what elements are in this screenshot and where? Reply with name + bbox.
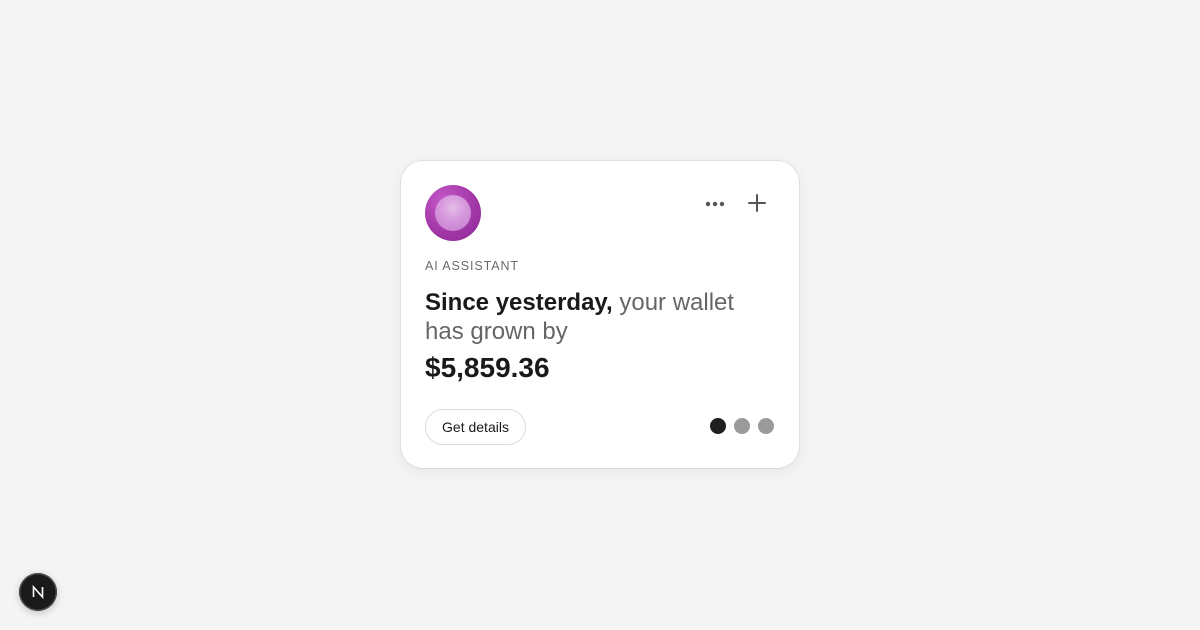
wallet-growth-amount: $5,859.36	[425, 352, 550, 383]
pagination-dots	[710, 418, 774, 434]
plus-icon	[748, 194, 766, 212]
ai-assistant-card: AI ASSISTANT Since yesterday, your walle…	[401, 161, 799, 468]
more-horizontal-icon	[705, 201, 725, 207]
add-button[interactable]	[745, 191, 769, 215]
more-options-button[interactable]	[703, 192, 727, 216]
nextjs-logo-icon	[32, 584, 44, 600]
assistant-orb-icon	[425, 185, 481, 241]
pagination-dot-1[interactable]	[710, 418, 726, 434]
headline: Since yesterday, your wallet has grown b…	[425, 288, 765, 346]
get-details-button[interactable]: Get details	[425, 409, 526, 445]
card-label: AI ASSISTANT	[425, 259, 519, 273]
pagination-dot-2[interactable]	[734, 418, 750, 434]
headline-strong: Since yesterday,	[425, 289, 613, 316]
assistant-orb-highlight	[435, 195, 471, 231]
nextjs-dev-badge[interactable]	[19, 573, 57, 611]
pagination-dot-3[interactable]	[758, 418, 774, 434]
